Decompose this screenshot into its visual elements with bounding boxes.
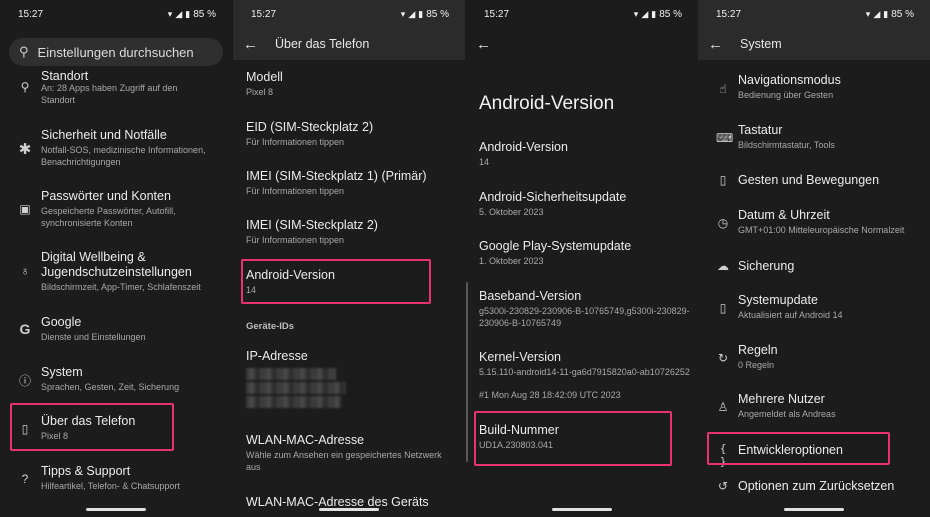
settings-item-location[interactable]: ⚲ Standort An: 28 Apps haben Zugriff auf…	[0, 68, 232, 110]
wellbeing-icon: ♁	[20, 264, 30, 278]
about-item-device-wlan-mac[interactable]: WLAN-MAC-Adresse des Geräts	[233, 494, 465, 517]
status-bar: 15:27 ▾ ◢ ▮ 85 %	[233, 0, 465, 30]
location-pin-icon: ⚲	[20, 80, 30, 94]
system-item-gestures[interactable]: ▯ Gesten und Bewegungen	[698, 171, 930, 191]
signal-icon: ◢	[873, 9, 881, 19]
scrollbar[interactable]	[466, 282, 468, 462]
status-bar: 15:27 ▾ ◢ ▮ 85 %	[484, 9, 682, 20]
signal-icon: ◢	[641, 9, 649, 19]
blurred-ip-value	[246, 396, 341, 408]
settings-search-bar[interactable]: ⚲ Einstellungen durchsuchen	[9, 38, 223, 66]
search-placeholder: Einstellungen durchsuchen	[37, 44, 194, 60]
about-item-wlan-mac[interactable]: WLAN-MAC-Adresse Wähle zum Ansehen ein g…	[233, 432, 465, 478]
system-item-reset-options[interactable]: ↺ Optionen zum Zurücksetzen	[698, 477, 930, 497]
keyboard-icon: ⌨	[716, 131, 734, 145]
system-update-icon: ▯	[719, 301, 727, 315]
version-item-security-update[interactable]: Android-Sicherheitsupdate 5. Oktober 202…	[466, 189, 698, 221]
rules-icon: ↻	[717, 351, 729, 365]
battery-icon: ▮	[418, 9, 424, 19]
blurred-ip-value	[246, 368, 336, 380]
status-bar: 15:27 ▾ ◢ ▮ 85 %	[698, 0, 930, 30]
settings-item-safety[interactable]: ✱ Sicherheit und Notfälle Notfall-SOS, m…	[0, 126, 232, 172]
version-item-kernel[interactable]: Kernel-Version 5.15.110-android14-11-ga6…	[466, 349, 698, 405]
backup-cloud-icon: ☁	[717, 259, 729, 273]
highlight-about-phone	[10, 403, 174, 451]
highlight-developer-options	[707, 432, 890, 465]
about-item-model[interactable]: Modell Pixel 8	[233, 69, 465, 101]
settings-item-passwords[interactable]: ▣ Passwörter und Konten Gespeicherte Pas…	[0, 187, 232, 233]
navigation-mode-icon: ☝	[719, 82, 727, 96]
home-indicator[interactable]	[86, 508, 146, 511]
blurred-ip-value	[246, 382, 346, 394]
app-bar: ← System	[698, 28, 930, 60]
battery-icon: ▮	[883, 9, 889, 19]
clock-icon: ◷	[717, 216, 729, 230]
battery-icon: ▮	[651, 9, 657, 19]
android-version-screen: 15:27 ▾ ◢ ▮ 85 % ← Android-Version Andro…	[466, 0, 698, 517]
home-indicator[interactable]	[319, 508, 379, 511]
settings-item-digital-wellbeing[interactable]: ♁ Digital Wellbeing & Jugendschutzeinste…	[0, 248, 232, 298]
settings-item-google[interactable]: G Google Dienste und Einstellungen	[0, 313, 232, 349]
page-heading: Android-Version	[479, 93, 615, 114]
back-arrow-icon[interactable]: ←	[476, 36, 491, 53]
version-item-android[interactable]: Android-Version 14	[466, 139, 698, 171]
system-screen: 15:27 ▾ ◢ ▮ 85 % ← System ☝ Navigationsm…	[698, 0, 930, 517]
system-item-multiple-users[interactable]: ♙ Mehrere Nutzer Angemeldet als Andreas	[698, 391, 930, 425]
system-item-navigation-mode[interactable]: ☝ Navigationsmodus Bedienung über Gesten	[698, 72, 930, 106]
highlight-build-number	[474, 411, 672, 466]
search-icon: ⚲	[19, 44, 29, 59]
wifi-icon: ▾	[865, 9, 871, 19]
system-item-backup[interactable]: ☁ Sicherung	[698, 257, 930, 277]
gestures-icon: ▯	[719, 173, 727, 187]
highlight-android-version	[241, 259, 431, 304]
system-item-keyboard[interactable]: ⌨ Tastatur Bildschirmtastatur, Tools	[698, 122, 930, 156]
app-bar: ← Über das Telefon	[233, 28, 465, 60]
about-phone-screen: 15:27 ▾ ◢ ▮ 85 % ← Über das Telefon Mode…	[233, 0, 465, 517]
status-time: 15:27	[18, 9, 44, 20]
about-item-imei-2[interactable]: IMEI (SIM-Steckplatz 2) Für Informatione…	[233, 217, 465, 249]
back-arrow-icon[interactable]: ←	[243, 36, 258, 53]
app-bar: ←	[466, 28, 698, 60]
about-item-imei-1[interactable]: IMEI (SIM-Steckplatz 1) (Primär) Für Inf…	[233, 168, 465, 200]
system-item-system-update[interactable]: ▯ Systemupdate Aktualisiert auf Android …	[698, 292, 930, 326]
home-indicator[interactable]	[784, 508, 844, 511]
back-arrow-icon[interactable]: ←	[708, 36, 723, 53]
version-item-play-system-update[interactable]: Google Play-Systemupdate 1. Oktober 2023	[466, 238, 698, 270]
signal-icon: ◢	[408, 9, 416, 19]
wifi-icon: ▾	[633, 9, 639, 19]
reset-options-icon: ↺	[717, 479, 729, 493]
page-title: Über das Telefon	[275, 37, 370, 51]
wifi-icon: ▾	[167, 9, 173, 19]
help-icon: ?	[21, 472, 29, 486]
version-item-baseband[interactable]: Baseband-Version g5300i-230829-230906-B-…	[466, 288, 698, 332]
asterisk-icon: ✱	[18, 141, 32, 158]
page-title: System	[740, 37, 782, 51]
status-bar: 15:27 ▾ ◢ ▮ 85 %	[0, 0, 232, 30]
account-box-icon: ▣	[19, 202, 31, 216]
home-indicator[interactable]	[552, 508, 612, 511]
system-item-rules[interactable]: ↻ Regeln 0 Regeln	[698, 342, 930, 376]
settings-item-system[interactable]: ⓘ System Sprachen, Gesten, Zeit, Sicheru…	[0, 363, 232, 399]
about-item-ip-address[interactable]: IP-Adresse	[233, 348, 465, 418]
about-item-eid[interactable]: EID (SIM-Steckplatz 2) Für Informationen…	[233, 119, 465, 151]
system-item-date-time[interactable]: ◷ Datum & Uhrzeit GMT+01:00 Mitteleuropä…	[698, 207, 930, 241]
battery-icon: ▮	[185, 9, 191, 19]
battery-percent: 85 %	[193, 9, 216, 20]
multiple-users-icon: ♙	[717, 400, 729, 414]
settings-main-screen: 15:27 ▾ ◢ ▮ 85 % ⚲ Einstellungen durchsu…	[0, 0, 232, 517]
settings-item-tips-support[interactable]: ? Tipps & Support Hilfeartikel, Telefon-…	[0, 462, 232, 498]
signal-icon: ◢	[175, 9, 183, 19]
info-circle-icon: ⓘ	[18, 374, 31, 388]
wifi-icon: ▾	[400, 9, 406, 19]
google-g-icon: G	[19, 321, 31, 337]
section-device-ids: Geräte-IDs	[246, 321, 295, 332]
